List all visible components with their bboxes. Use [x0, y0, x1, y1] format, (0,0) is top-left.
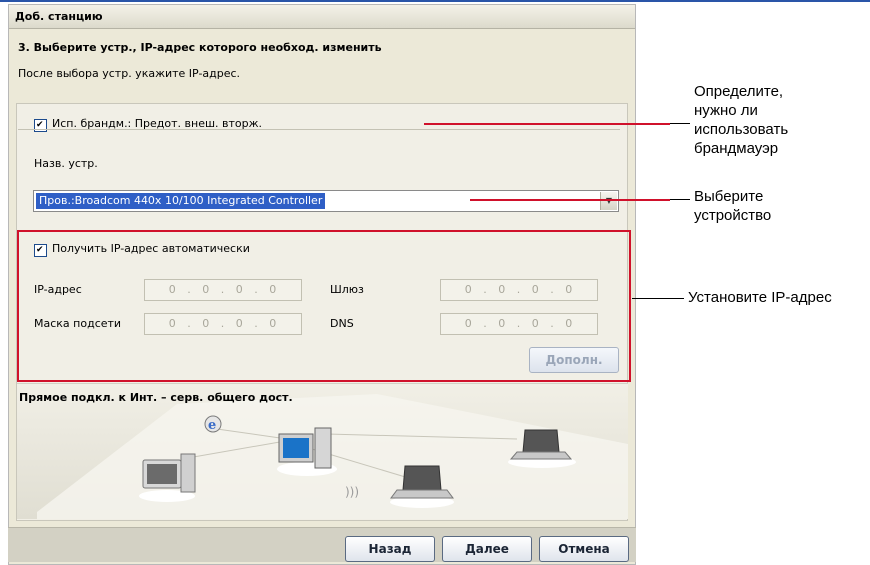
annotation-line: устройство: [694, 207, 772, 224]
annotation-line: Выберите: [694, 188, 764, 205]
separator: [18, 129, 620, 130]
firewall-checkbox[interactable]: [34, 119, 47, 132]
step-title: 3. Выберите устр., IP-адрес которого нео…: [18, 41, 382, 54]
back-button[interactable]: Назад: [345, 536, 435, 562]
device-annotation: Выберите устройство: [694, 187, 771, 225]
next-button[interactable]: Далее: [442, 536, 532, 562]
cancel-button[interactable]: Отмена: [539, 536, 629, 562]
firewall-callout-line: [670, 123, 690, 124]
illustration-caption: Прямое подкл. к Инт. – серв. общего дост…: [19, 391, 293, 404]
device-callout-red-line: [470, 199, 670, 201]
svg-text:))): ))): [345, 485, 359, 499]
ip-settings-highlight: [17, 230, 631, 382]
firewall-callout-red-line: [424, 123, 670, 125]
ip-annotation: Установите IP-адрес: [688, 289, 832, 306]
top-border: [0, 0, 870, 2]
chevron-down-icon[interactable]: ▼: [600, 192, 617, 210]
firewall-annotation: Определите, нужно ли использовать брандм…: [694, 82, 788, 158]
annotation-line: нужно ли: [694, 102, 758, 119]
dialog-title: Доб. станцию: [9, 5, 635, 29]
step-description: После выбора устр. укажите IP-адрес.: [18, 67, 241, 80]
device-select-value: Пров.:Broadcom 440x 10/100 Integrated Co…: [36, 193, 326, 209]
ip-callout-line: [632, 298, 684, 299]
device-name-label: Назв. устр.: [34, 157, 98, 170]
device-callout-line: [670, 199, 690, 200]
annotation-line: Определите,: [694, 83, 784, 100]
network-diagram-icon: e ))): [37, 394, 628, 519]
svg-text:e: e: [208, 418, 216, 433]
device-select[interactable]: Пров.:Broadcom 440x 10/100 Integrated Co…: [33, 190, 619, 212]
annotation-line: брандмауэр: [694, 140, 779, 157]
annotation-line: использовать: [694, 121, 789, 138]
